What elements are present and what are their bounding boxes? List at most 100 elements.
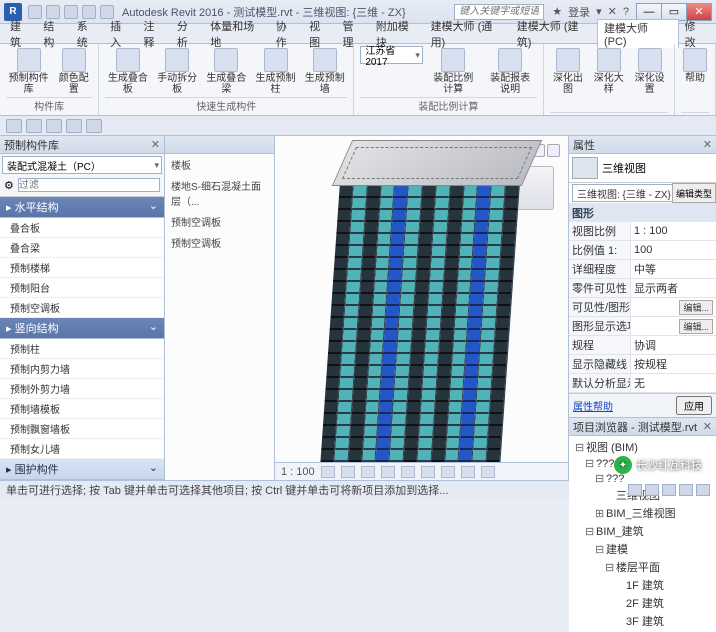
tray-icon[interactable] <box>679 484 693 496</box>
close-icon[interactable]: ✕ <box>703 138 712 151</box>
edit-type-button[interactable]: 编辑类型 <box>672 183 716 203</box>
visual-style-icon[interactable] <box>341 466 355 478</box>
qat-open-icon[interactable] <box>28 5 42 19</box>
qat-redo-icon[interactable] <box>82 5 96 19</box>
ribbon-button[interactable]: 深化设置 <box>631 46 668 97</box>
sun-path-icon[interactable] <box>361 466 375 478</box>
shadows-icon[interactable] <box>381 466 395 478</box>
hide-icon[interactable] <box>461 466 475 478</box>
panel-header[interactable]: 预制构件库✕ <box>0 136 164 154</box>
detail-level-icon[interactable] <box>321 466 335 478</box>
opt-icon[interactable] <box>26 119 42 133</box>
ribbon-button[interactable]: 生成预制墙 <box>302 46 347 97</box>
building-model[interactable] <box>332 140 512 460</box>
ribbon-button[interactable]: 帮助 <box>681 46 709 86</box>
tree-item[interactable]: 预制外剪力墙 <box>0 379 164 399</box>
crop-region-icon[interactable] <box>421 466 435 478</box>
tree-item[interactable]: 预制柱 <box>0 339 164 359</box>
opt-icon[interactable] <box>66 119 82 133</box>
detail-item[interactable]: 楼地S-细石混凝土面层（... <box>165 175 274 211</box>
nav-icon[interactable] <box>547 144 560 157</box>
ribbon-button[interactable]: 手动拆分板 <box>155 46 200 97</box>
prop-value[interactable]: 中等 <box>631 260 716 278</box>
instance-combo[interactable]: 三维视图: {三维 - ZX} <box>572 184 672 202</box>
panel-header[interactable]: 属性✕ <box>569 136 716 154</box>
apply-button[interactable]: 应用 <box>676 396 712 415</box>
tree-item[interactable]: 预制飘窗墙板 <box>0 419 164 439</box>
tree-category[interactable]: ▸ 竖向结构⌄ <box>0 318 164 339</box>
tray-icon[interactable] <box>628 484 642 496</box>
browser-node[interactable]: ⊟BIM_建筑 <box>571 522 714 540</box>
exchange-icon[interactable]: ✕ <box>608 5 617 18</box>
qat-save-icon[interactable] <box>46 5 60 19</box>
tray-icon[interactable] <box>662 484 676 496</box>
tree-item[interactable]: 预制阳台 <box>0 278 164 298</box>
browser-node[interactable]: 3F 建筑 <box>571 612 714 630</box>
ribbon-button[interactable]: 生成叠合梁 <box>204 46 249 97</box>
ribbon-button[interactable]: 生成叠合板 <box>105 46 150 97</box>
scale-label[interactable]: 1 : 100 <box>281 466 315 478</box>
prop-value[interactable]: 显示两者 <box>631 279 716 297</box>
opt-icon[interactable] <box>6 119 22 133</box>
component-tree[interactable]: ▸ 水平结构⌄叠合板叠合梁预制楼梯预制阳台预制空调板▸ 竖向结构⌄预制柱预制内剪… <box>0 196 164 480</box>
help-icon[interactable]: ? <box>623 6 629 18</box>
prop-value[interactable]: 编辑... <box>631 298 716 316</box>
library-type-combo[interactable]: 装配式混凝土（PC） <box>2 156 162 174</box>
prop-value[interactable]: 无 <box>631 374 716 392</box>
ribbon-button[interactable]: 颜色配置 <box>55 46 92 97</box>
signin-dropdown-icon[interactable]: ▾ <box>596 5 602 18</box>
tree-item[interactable]: 预制空调板 <box>0 298 164 318</box>
close-icon[interactable]: ✕ <box>151 138 160 151</box>
detail-item[interactable]: 预制空调板 <box>165 211 274 232</box>
prop-value[interactable]: 按规程 <box>631 355 716 373</box>
tree-category[interactable]: ▸ 围护构件⌄ <box>0 459 164 480</box>
detail-item[interactable]: 预制空调板 <box>165 232 274 253</box>
opt-icon[interactable] <box>86 119 102 133</box>
reveal-icon[interactable] <box>481 466 495 478</box>
watermark: ✦ 长沙红瓦科技 <box>614 456 702 474</box>
properties-help-link[interactable]: 属性帮助 <box>573 398 613 413</box>
browser-node[interactable]: ⊟楼层平面 <box>571 558 714 576</box>
type-selector[interactable]: 三维视图 <box>569 154 716 183</box>
subscription-icon[interactable]: ★ <box>552 5 562 18</box>
browser-node[interactable]: 1F 建筑 <box>571 576 714 594</box>
ribbon-button[interactable]: 预制构件库 <box>6 46 51 97</box>
opt-icon[interactable] <box>46 119 62 133</box>
tree-item[interactable]: 叠合板 <box>0 218 164 238</box>
prop-value[interactable]: 协调 <box>631 336 716 354</box>
ribbon-button[interactable]: 装配报表说明 <box>484 46 537 97</box>
detail-item[interactable]: 楼板 <box>165 154 274 175</box>
close-icon[interactable]: ✕ <box>703 420 712 433</box>
tree-item[interactable]: 预制楼梯 <box>0 258 164 278</box>
tray-icon[interactable] <box>645 484 659 496</box>
browser-node[interactable]: 2F 建筑 <box>571 594 714 612</box>
crop-icon[interactable] <box>401 466 415 478</box>
prop-value[interactable]: 编辑... <box>631 317 716 335</box>
edit-button[interactable]: 编辑... <box>679 319 713 334</box>
ribbon-button[interactable]: 深化出图 <box>550 46 587 97</box>
ribbon-button[interactable]: 深化大样 <box>590 46 627 97</box>
qat-undo-icon[interactable] <box>64 5 78 19</box>
filter-icon[interactable]: ⚙ <box>4 179 14 192</box>
qat-print-icon[interactable] <box>100 5 114 19</box>
edit-button[interactable]: 编辑... <box>679 300 713 315</box>
lock-icon[interactable] <box>441 466 455 478</box>
browser-node[interactable]: ⊟建模 <box>571 540 714 558</box>
filter-input[interactable] <box>18 178 160 192</box>
tree-item[interactable]: 预制内剪力墙 <box>0 359 164 379</box>
prop-value[interactable]: 1 : 100 <box>631 222 716 240</box>
prop-value[interactable]: 100 <box>631 241 716 259</box>
tree-item[interactable]: 预制女儿墙 <box>0 439 164 459</box>
tray-icon[interactable] <box>696 484 710 496</box>
3d-view[interactable] <box>275 136 568 462</box>
tree-category[interactable]: ▸ 水平结构⌄ <box>0 197 164 218</box>
browser-node[interactable]: ⊞BIM_三维视图 <box>571 504 714 522</box>
tree-item[interactable]: 预制墙模板 <box>0 399 164 419</box>
province-combo[interactable]: 江苏省2017 <box>360 46 423 64</box>
ribbon-button[interactable]: 装配比例计算 <box>427 46 480 97</box>
browser-node[interactable]: ⊟视图 (BIM) <box>571 438 714 456</box>
ribbon-button[interactable]: 生成预制柱 <box>253 46 298 97</box>
minimize-button[interactable]: — <box>636 3 662 21</box>
tree-item[interactable]: 叠合梁 <box>0 238 164 258</box>
panel-header[interactable]: 项目浏览器 - 测试模型.rvt✕ <box>569 418 716 436</box>
